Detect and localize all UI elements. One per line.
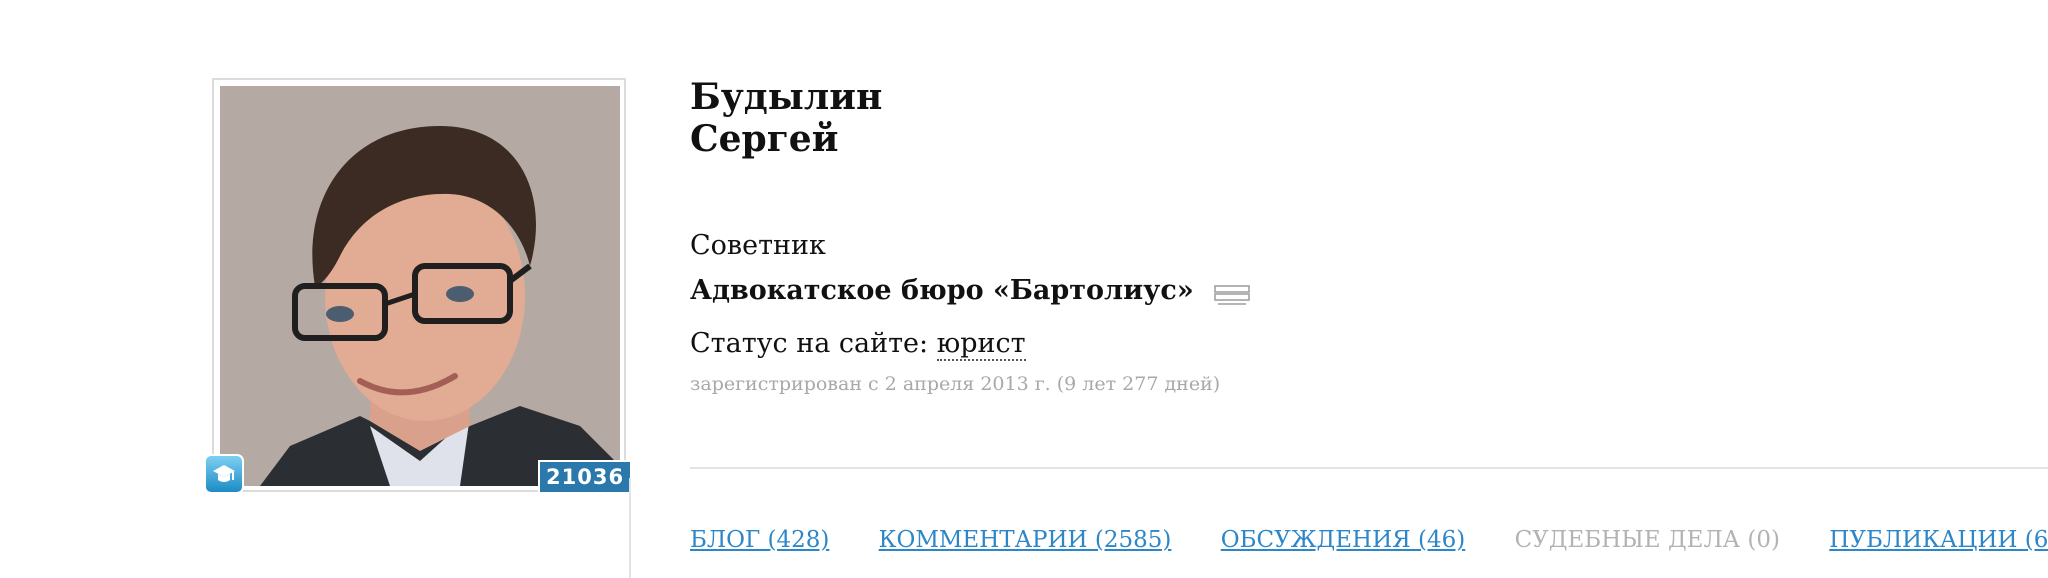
tab-publications[interactable]: ПУБЛИКАЦИИ (68)	[1829, 527, 2048, 553]
tab-discussions[interactable]: ОБСУЖДЕНИЯ (46)	[1221, 527, 1466, 553]
registration-date: зарегистрирован с 2 апреля 2013 г. (9 ле…	[690, 373, 1221, 395]
status-label: Статус на сайте:	[690, 328, 929, 359]
tab-comments[interactable]: КОММЕНТАРИИ (2585)	[879, 527, 1172, 553]
company-name[interactable]: Адвокатское бюро «Бартолиус»	[690, 275, 1194, 306]
profile-name: Будылин Сергей	[690, 76, 882, 160]
first-name: Сергей	[690, 118, 839, 160]
section-divider	[690, 467, 2048, 469]
avatar[interactable]	[220, 86, 620, 486]
tab-blog[interactable]: БЛОГ (428)	[690, 527, 829, 553]
position-title: Советник	[690, 230, 826, 261]
status-value-link[interactable]: юрист	[936, 328, 1026, 361]
company-logo-icon[interactable]	[1214, 284, 1250, 308]
sidebar-divider	[629, 478, 631, 578]
graduation-cap-icon[interactable]	[204, 454, 244, 494]
tab-court-cases: СУДЕБНЫЕ ДЕЛА (0)	[1514, 527, 1780, 553]
profile-tabs: БЛОГ (428) КОММЕНТАРИИ (2585) ОБСУЖДЕНИЯ…	[690, 527, 2048, 553]
site-status: Статус на сайте: юрист	[690, 328, 1026, 361]
rating-badge: 21036	[538, 460, 633, 494]
last-name: Будылин	[690, 76, 883, 118]
